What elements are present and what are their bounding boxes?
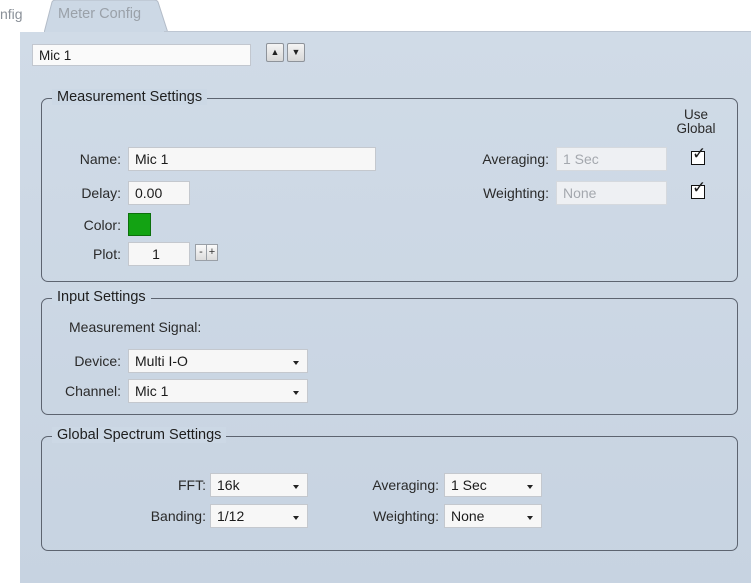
measurement-signal-label: Measurement Signal: [69,319,202,335]
tab-meter-config[interactable]: Meter Config [44,0,174,33]
device-select[interactable]: Multi I-O [128,349,308,373]
plot-increment-button[interactable]: + [206,244,218,261]
weighting-input: None [556,181,667,205]
global-averaging-select[interactable]: 1 Sec [444,473,542,497]
use-global-header: Use Global [676,107,716,136]
weighting-label: Weighting: [483,185,549,201]
fft-select-value: 16k [217,477,240,493]
global-weighting-select[interactable]: None [444,504,542,528]
chevron-down-icon [293,485,299,489]
device-select-value: Multi I-O [135,353,188,369]
color-swatch[interactable] [128,213,151,236]
move-up-button[interactable]: ▲ [266,43,284,62]
banding-select-value: 1/12 [217,508,245,524]
banding-select[interactable]: 1/12 [210,504,308,528]
meter-name-input[interactable]: Mic 1 [32,44,251,66]
meter-config-panel: Mic 1 ▲ ▼ Measurement Settings Use Globa… [20,32,751,583]
input-settings-legend: Input Settings [52,289,151,305]
color-label: Color: [83,217,121,233]
input-settings-group: Input Settings Measurement Signal: Devic… [41,289,738,415]
chevron-down-icon [293,361,299,365]
plot-input[interactable]: 1 [128,242,190,266]
name-input[interactable]: Mic 1 [128,147,376,171]
fft-select[interactable]: 16k [210,473,308,497]
global-spectrum-settings-group: Global Spectrum Settings FFT: 16k Bandin… [41,427,738,551]
tab-strip: nfig Meter Config [0,0,751,33]
channel-select[interactable]: Mic 1 [128,379,308,403]
delay-label: Delay: [81,185,121,201]
measurement-settings-group: Measurement Settings Use Global Name: Mi… [41,89,738,282]
name-label: Name: [79,151,121,167]
chevron-down-icon [293,516,299,520]
measurement-settings-legend: Measurement Settings [52,89,208,105]
banding-label: Banding: [150,508,206,524]
channel-select-value: Mic 1 [135,383,169,399]
global-weighting-select-value: None [451,508,485,524]
channel-label: Channel: [64,383,121,399]
chevron-down-icon [527,485,533,489]
tab-meter-config-label: Meter Config [58,6,142,22]
global-weighting-label: Weighting: [373,508,439,524]
averaging-label: Averaging: [482,151,549,167]
chevron-down-icon [527,516,533,520]
averaging-input: 1 Sec [556,147,667,171]
weighting-use-global-checkbox[interactable]: ✓ [691,179,706,199]
device-label: Device: [74,353,121,369]
averaging-use-global-checkbox[interactable]: ✓ [691,145,706,165]
global-averaging-select-value: 1 Sec [451,477,487,493]
plot-label: Plot: [92,246,121,262]
chevron-down-icon [293,391,299,395]
global-averaging-label: Averaging: [372,477,439,493]
tab-previous[interactable]: nfig [0,6,23,22]
global-spectrum-settings-legend: Global Spectrum Settings [52,427,227,443]
move-down-button[interactable]: ▼ [287,43,305,62]
delay-input[interactable]: 0.00 [128,181,190,205]
fft-label: FFT: [178,477,206,493]
